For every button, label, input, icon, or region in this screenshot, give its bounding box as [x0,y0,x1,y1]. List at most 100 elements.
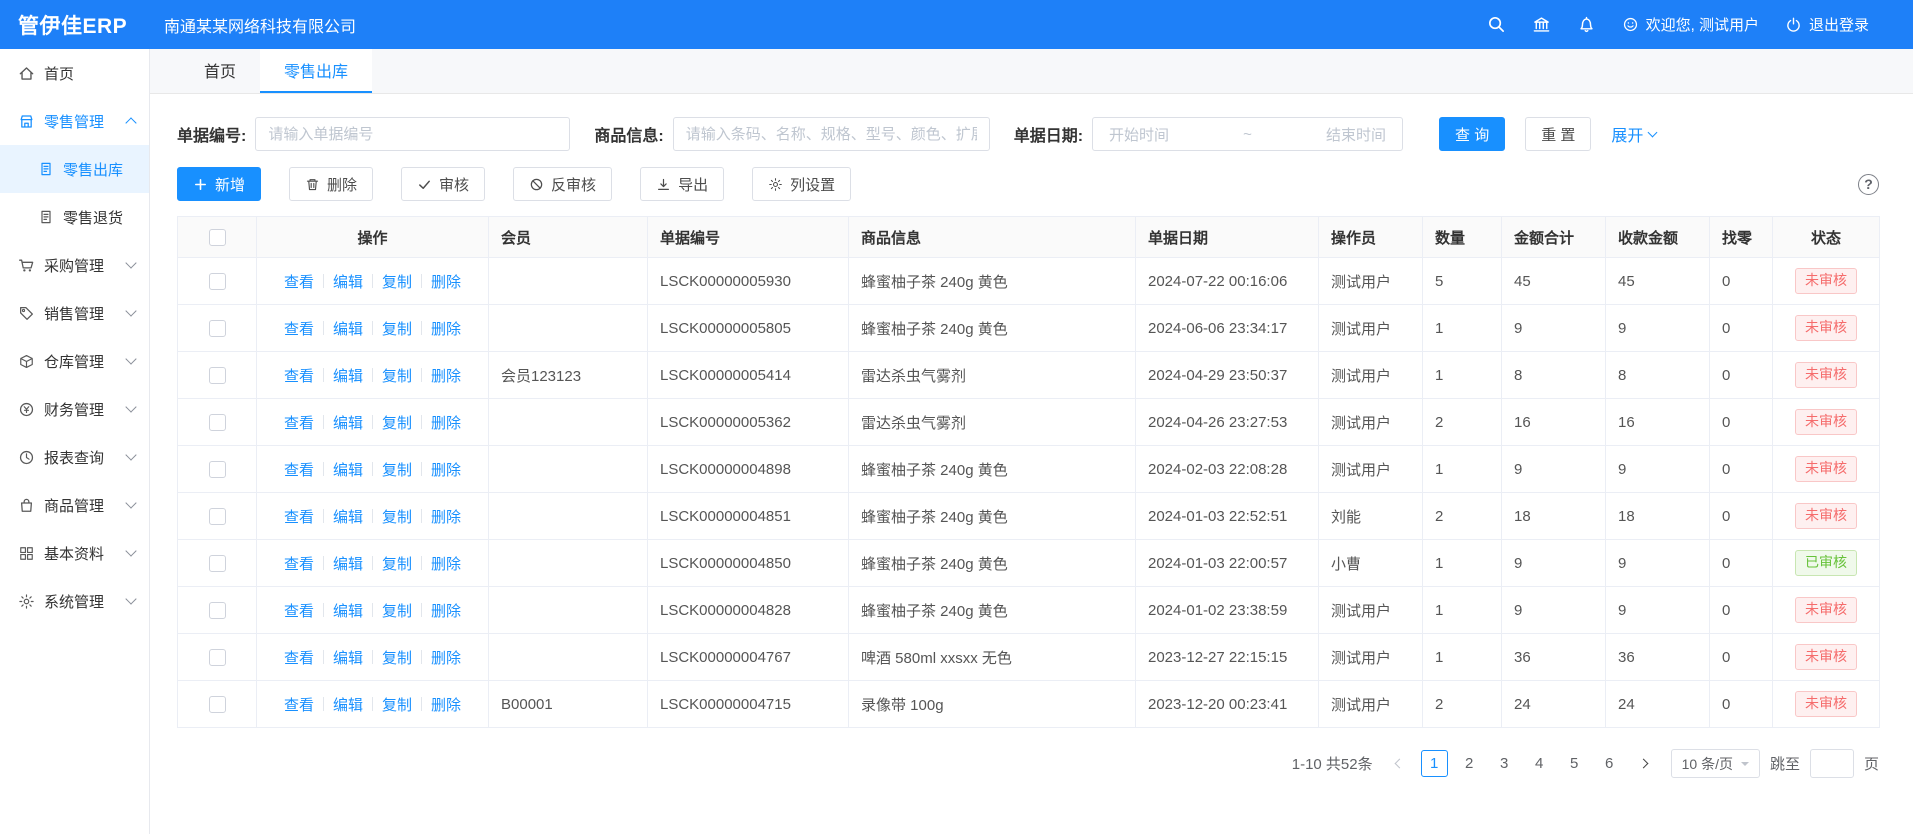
row-action-view[interactable]: 查看 [284,694,314,715]
row-checkbox[interactable] [209,414,226,431]
date-range-picker[interactable]: 开始时间 ~ 结束时间 [1092,117,1403,151]
sidebar-item-retail[interactable]: 零售管理 [0,97,149,145]
row-action-copy[interactable]: 复制 [382,318,412,339]
row-action-view[interactable]: 查看 [284,506,314,527]
row-action-delete[interactable]: 删除 [431,647,461,668]
cell-product: 蜂蜜柚子茶 240g 黄色 [849,493,1136,540]
sidebar-item-sales[interactable]: 销售管理 [0,289,149,337]
row-checkbox[interactable] [209,320,226,337]
sidebar-item-goods[interactable]: 商品管理 [0,481,149,529]
page-button-5[interactable]: 5 [1561,750,1588,777]
prev-page-button[interactable] [1389,750,1411,777]
row-action-copy[interactable]: 复制 [382,694,412,715]
row-action-edit[interactable]: 编辑 [333,647,363,668]
row-action-edit[interactable]: 编辑 [333,318,363,339]
chevron-down-icon [125,257,136,268]
row-action-delete[interactable]: 删除 [431,600,461,621]
row-action-copy[interactable]: 复制 [382,553,412,574]
page-button-3[interactable]: 3 [1491,750,1518,777]
row-action-delete[interactable]: 删除 [431,365,461,386]
row-action-edit[interactable]: 编辑 [333,600,363,621]
row-action-edit[interactable]: 编辑 [333,553,363,574]
sidebar-item-retail-outbound[interactable]: 零售出库 [0,145,149,193]
delete-button[interactable]: 删除 [289,167,373,201]
row-action-copy[interactable]: 复制 [382,459,412,480]
row-checkbox[interactable] [209,602,226,619]
bank-icon[interactable] [1532,15,1551,34]
bill-no-input[interactable] [255,117,570,151]
row-action-delete[interactable]: 删除 [431,694,461,715]
bell-icon[interactable] [1577,15,1596,34]
row-action-copy[interactable]: 复制 [382,647,412,668]
divider [323,650,324,664]
row-action-view[interactable]: 查看 [284,412,314,433]
sidebar-item-purchase[interactable]: 采购管理 [0,241,149,289]
row-checkbox[interactable] [209,649,226,666]
audit-button[interactable]: 审核 [401,167,485,201]
row-checkbox[interactable] [209,367,226,384]
grid-icon [18,545,35,562]
add-button[interactable]: 新增 [177,167,261,201]
export-button[interactable]: 导出 [640,167,724,201]
row-checkbox[interactable] [209,461,226,478]
row-action-view[interactable]: 查看 [284,318,314,339]
row-action-copy[interactable]: 复制 [382,506,412,527]
page-button-2[interactable]: 2 [1456,750,1483,777]
page-size-select[interactable]: 10 条/页 [1671,749,1760,778]
row-action-view[interactable]: 查看 [284,553,314,574]
cell-member [489,446,648,493]
row-action-delete[interactable]: 删除 [431,459,461,480]
unaudit-button[interactable]: 反审核 [513,167,612,201]
status-badge: 未审核 [1795,456,1857,482]
row-action-view[interactable]: 查看 [284,647,314,668]
row-action-view[interactable]: 查看 [284,365,314,386]
sidebar-item-system[interactable]: 系统管理 [0,577,149,625]
row-action-copy[interactable]: 复制 [382,600,412,621]
column-settings-button[interactable]: 列设置 [752,167,851,201]
cell-qty: 1 [1423,446,1502,493]
search-button[interactable]: 查 询 [1439,117,1505,151]
row-action-edit[interactable]: 编辑 [333,412,363,433]
sidebar-item-base[interactable]: 基本资料 [0,529,149,577]
row-checkbox[interactable] [209,555,226,572]
row-action-delete[interactable]: 删除 [431,318,461,339]
row-action-view[interactable]: 查看 [284,459,314,480]
sidebar-item-finance[interactable]: 财务管理 [0,385,149,433]
tab-home[interactable]: 首页 [180,49,260,93]
row-action-copy[interactable]: 复制 [382,365,412,386]
product-input[interactable] [673,117,990,151]
page-button-1[interactable]: 1 [1421,750,1448,777]
row-action-delete[interactable]: 删除 [431,506,461,527]
cell-operator: 测试用户 [1319,258,1423,305]
row-action-edit[interactable]: 编辑 [333,365,363,386]
logout-button[interactable]: 退出登录 [1785,14,1869,35]
search-icon[interactable] [1487,15,1506,34]
next-page-button[interactable] [1633,750,1655,777]
row-action-edit[interactable]: 编辑 [333,271,363,292]
sidebar-item-report[interactable]: 报表查询 [0,433,149,481]
select-all-checkbox[interactable] [209,229,226,246]
row-action-view[interactable]: 查看 [284,600,314,621]
row-action-delete[interactable]: 删除 [431,271,461,292]
tab-retail-outbound[interactable]: 零售出库 [260,49,372,93]
expand-link[interactable]: 展开 [1611,122,1656,146]
sidebar-item-warehouse[interactable]: 仓库管理 [0,337,149,385]
reset-button[interactable]: 重 置 [1525,117,1591,151]
row-action-edit[interactable]: 编辑 [333,694,363,715]
row-checkbox[interactable] [209,508,226,525]
sidebar-item-retail-return[interactable]: 零售退货 [0,193,149,241]
row-action-delete[interactable]: 删除 [431,553,461,574]
row-action-copy[interactable]: 复制 [382,412,412,433]
row-checkbox[interactable] [209,273,226,290]
help-icon[interactable]: ? [1858,174,1879,195]
page-button-6[interactable]: 6 [1596,750,1623,777]
jump-input[interactable] [1810,749,1854,778]
row-checkbox[interactable] [209,696,226,713]
page-button-4[interactable]: 4 [1526,750,1553,777]
row-action-edit[interactable]: 编辑 [333,459,363,480]
row-action-delete[interactable]: 删除 [431,412,461,433]
row-action-copy[interactable]: 复制 [382,271,412,292]
row-action-view[interactable]: 查看 [284,271,314,292]
row-action-edit[interactable]: 编辑 [333,506,363,527]
sidebar-item-home[interactable]: 首页 [0,49,149,97]
